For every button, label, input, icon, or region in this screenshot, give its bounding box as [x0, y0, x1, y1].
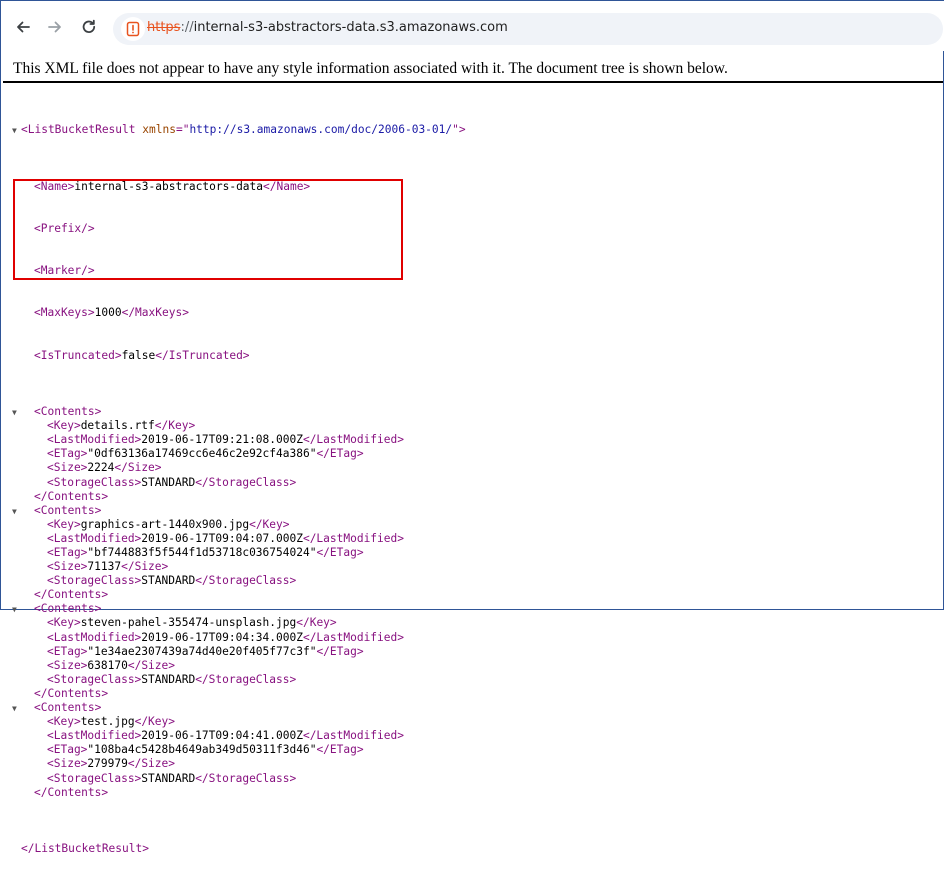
- url-separator: ://: [180, 20, 194, 35]
- contents-close-line: </Contents>: [34, 588, 109, 602]
- size-line: <Size>2224</Size>: [47, 461, 162, 475]
- arrow-right-icon[interactable]: [43, 15, 67, 39]
- lastmodified-line: <LastModified>2019-06-17T09:04:07.000Z</…: [47, 531, 404, 545]
- contents-open-line: ▼ <Contents>: [1, 602, 466, 616]
- contents-open-line: ▼ <Contents>: [1, 405, 466, 419]
- key-line: <Key>details.rtf</Key>: [47, 419, 196, 433]
- triangle-down-icon[interactable]: ▼: [12, 702, 17, 716]
- size-line: <Size>638170</Size>: [47, 658, 175, 672]
- triangle-down-icon[interactable]: ▼: [12, 124, 17, 138]
- triangle-down-icon[interactable]: ▼: [12, 603, 17, 617]
- url-scheme: https: [147, 20, 181, 35]
- size-line: <Size>71137</Size>: [47, 560, 169, 574]
- divider: [3, 81, 943, 83]
- address-bar[interactable]: https://internal-s3-abstractors-data.s3.…: [113, 13, 943, 45]
- lastmodified-line: <LastModified>2019-06-17T09:04:41.000Z</…: [47, 729, 404, 743]
- not-secure-icon[interactable]: [121, 17, 145, 41]
- etag-line: <ETag>"bf744883f5f544f1d53718c036754024"…: [47, 546, 364, 559]
- browser-toolbar: https://internal-s3-abstractors-data.s3.…: [1, 1, 944, 51]
- key-line: <Key>graphics-art-1440x900.jpg</Key>: [47, 517, 290, 531]
- contents-open-line: ▼ <Contents>: [1, 504, 466, 518]
- istruncated-line: <IsTruncated>false</IsTruncated>: [34, 348, 250, 362]
- contents-close-line: </Contents>: [34, 686, 109, 700]
- etag-line: <ETag>"1e34ae2307439a74d40e20f405f77c3f"…: [47, 644, 364, 658]
- triangle-down-icon[interactable]: ▼: [12, 406, 17, 420]
- etag-line: <ETag>"0df63136a17469cc6e46c2e92cf4a386"…: [47, 447, 364, 461]
- url-text[interactable]: https://internal-s3-abstractors-data.s3.…: [147, 20, 508, 35]
- reload-icon[interactable]: [77, 15, 101, 39]
- highlight-box: [13, 179, 403, 280]
- size-line: <Size>279979</Size>: [47, 757, 175, 771]
- lastmodified-line: <LastModified>2019-06-17T09:21:08.000Z</…: [47, 433, 404, 447]
- arrow-left-icon[interactable]: [11, 15, 35, 39]
- contents-open-line: ▼ <Contents>: [1, 701, 466, 715]
- etag-line: <ETag>"108ba4c5428b4649ab349d50311f3d46"…: [47, 743, 364, 757]
- storageclass-line: <StorageClass>STANDARD</StorageClass>: [47, 475, 297, 489]
- storageclass-line: <StorageClass>STANDARD</StorageClass>: [47, 771, 297, 785]
- storageclass-line: <StorageClass>STANDARD</StorageClass>: [47, 672, 297, 686]
- lastmodified-line: <LastModified>2019-06-17T09:04:34.000Z</…: [47, 630, 404, 644]
- contents-close-line: </Contents>: [34, 489, 109, 503]
- xml-style-info: This XML file does not appear to have an…: [13, 60, 728, 77]
- contents-list: ▼ <Contents> <Key>details.rtf</Key> <LastMo…: [1, 405, 466, 800]
- screenshot-frame: https://internal-s3-abstractors-data.s3.…: [0, 0, 944, 855]
- root-close-line: </ListBucketResult>: [21, 841, 149, 855]
- maxkeys-line: <MaxKeys>1000</MaxKeys>: [34, 306, 189, 320]
- storageclass-line: <StorageClass>STANDARD</StorageClass>: [47, 574, 297, 588]
- triangle-down-icon[interactable]: ▼: [12, 505, 17, 519]
- key-line: <Key>test.jpg</Key>: [47, 715, 175, 729]
- root-open-line: ▼ <ListBucketResult xmlns="http://s3.amaz…: [1, 123, 466, 137]
- key-line: <Key>steven-pahel-355474-unsplash.jpg</K…: [47, 616, 337, 630]
- contents-close-line: </Contents>: [34, 785, 109, 799]
- url-host: internal-s3-abstractors-data.s3.amazonaw…: [193, 20, 508, 35]
